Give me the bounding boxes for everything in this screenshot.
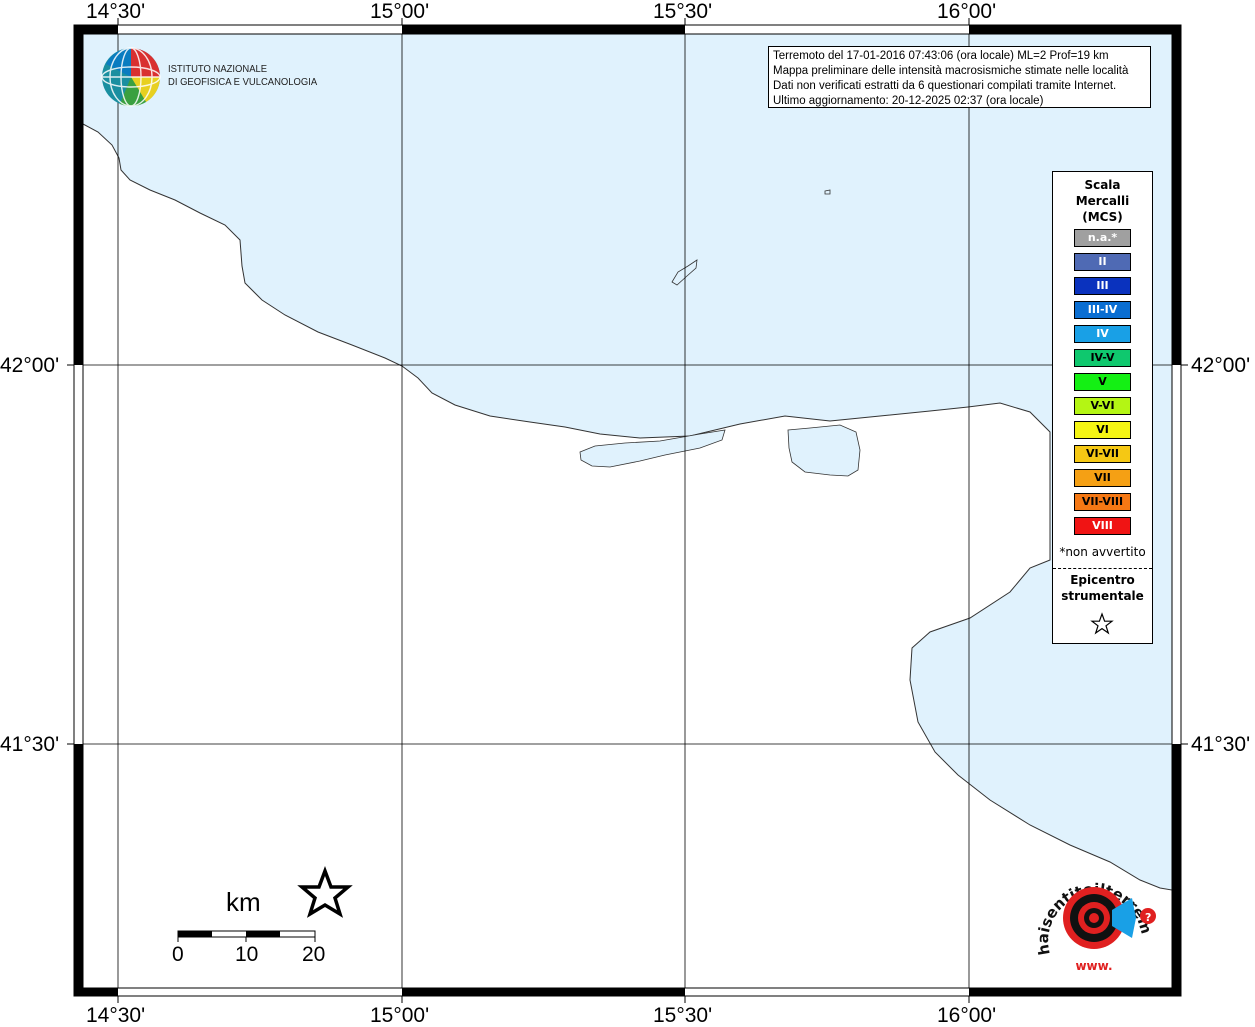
legend-epicenter-label: Epicentro strumentale [1053,572,1152,604]
lat-label-left: 42°00' [0,354,60,377]
ingv-globe-logo [101,47,161,107]
legend-title-line: (MCS) [1082,210,1123,224]
lon-label-bottom: 15°30' [653,1004,713,1027]
island-shape [824,189,831,195]
legend-swatch: IV [1074,325,1131,343]
legend-note: *non avvertito [1059,545,1146,559]
legend-title-line: Scala [1084,178,1121,192]
lon-label-top: 16°00' [937,0,997,23]
lon-label-bottom: 15°00' [370,1004,430,1027]
ingv-logo-text: ISTITUTO NAZIONALE DI GEOFISICA E VULCAN… [168,63,317,89]
legend-title-line: Mercalli [1075,194,1130,208]
scale-tick-label: 0 [172,943,184,966]
legend-swatch: V [1074,373,1131,391]
event-info-line: Ultimo aggiornamento: 20-12-2025 02:37 (… [773,95,1044,107]
scale-tick-label: 10 [235,943,259,966]
watermark-prefix: www. [1075,959,1112,973]
event-info-box: Terremoto del 17-01-2016 07:43:06 (ora l… [768,46,1151,108]
ingv-logo-line: DI GEOFISICA E VULCANOLOGIA [168,76,318,88]
legend-divider [1053,568,1152,569]
lon-label-top: 15°30' [653,0,713,23]
event-info-line: Dati non verificati estratti da 6 questi… [773,80,1117,92]
legend-swatch: VII [1074,469,1131,487]
legend-swatch: III [1074,277,1131,295]
event-info-line: Mappa preliminare delle intensità macros… [773,65,1129,77]
haisentito-logo: haisentitoilterremoto.it ? www. [1028,858,1156,973]
lon-label-bottom: 14°30' [86,1004,146,1027]
lat-label-right: 41°30' [1191,733,1251,756]
legend-swatch: VI [1074,421,1131,439]
legend-swatch: II [1074,253,1131,271]
legend-title: Scala Mercalli (MCS) [1053,177,1152,225]
legend-swatch: VIII [1074,517,1131,535]
lat-label-left: 41°30' [0,733,60,756]
legend-swatch: VI-VII [1074,445,1131,463]
legend-swatch: n.a.* [1074,229,1131,247]
mcs-legend: Scala Mercalli (MCS) n.a.* II III III-IV IV I… [1052,171,1153,644]
lon-label-top: 15°00' [370,0,430,23]
legend-swatch: IV-V [1074,349,1131,367]
scale-tick-label: 20 [302,943,326,966]
legend-swatch: III-IV [1074,301,1131,319]
legend-epicenter-line: strumentale [1061,589,1144,603]
ingv-logo-line: ISTITUTO NAZIONALE [168,63,268,75]
svg-text:?: ? [1145,911,1151,924]
event-info-line: Terremoto del 17-01-2016 07:43:06 (ora l… [773,50,1109,62]
legend-epicenter-line: Epicentro [1070,573,1135,587]
target-megaphone-icon: ? [1063,887,1156,949]
lat-label-right: 42°00' [1191,354,1251,377]
legend-swatch: VII-VIII [1074,493,1131,511]
star-outline-icon [1090,612,1114,635]
legend-swatch: V-VI [1074,397,1131,415]
scale-unit: km [226,887,261,917]
lon-label-bottom: 16°00' [937,1004,997,1027]
lon-label-top: 14°30' [86,0,146,23]
